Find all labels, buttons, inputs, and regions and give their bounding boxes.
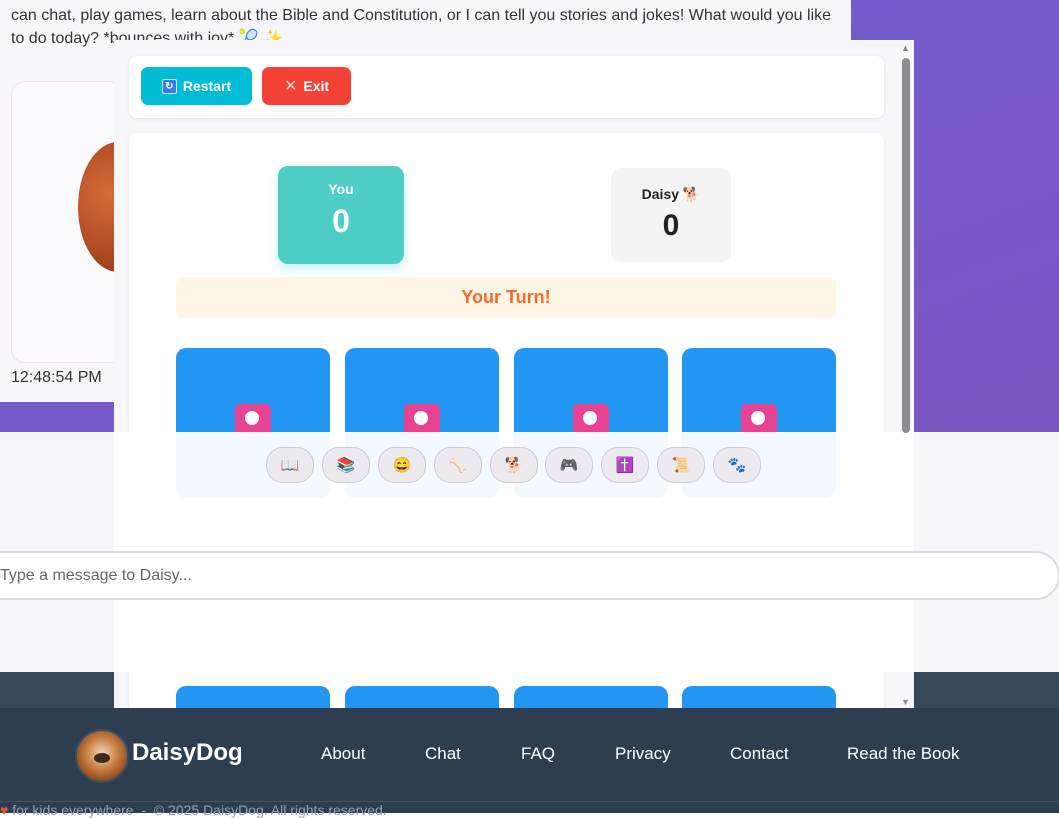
quick-action-game-icon[interactable]: 🎮 [545, 447, 593, 483]
quick-action-bible-icon[interactable]: ✝️ [601, 447, 649, 483]
daisy-label-row: Daisy 🐕 [611, 186, 731, 203]
footer-link-about[interactable]: About [321, 744, 365, 764]
memory-card[interactable] [514, 686, 668, 708]
game-toolbar: ↻ Restart ✕ Exit [129, 56, 884, 118]
chat-timestamp: 12:48:54 PM [11, 369, 102, 386]
quick-action-book-icon[interactable]: 📖 [266, 447, 314, 483]
daisy-score-card: Daisy 🐕 0 [611, 168, 731, 262]
quick-action-constitution-icon[interactable]: 📜 [657, 447, 705, 483]
quick-action-paw-icon[interactable]: 🐾 [713, 447, 761, 483]
restart-button[interactable]: ↻ Restart [141, 67, 252, 105]
scroll-thumb[interactable] [902, 58, 910, 433]
footer-link-chat[interactable]: Chat [425, 744, 461, 764]
footer-link-read-the-book[interactable]: Read the Book [847, 744, 959, 764]
footer-link-privacy[interactable]: Privacy [615, 744, 671, 764]
footer-copyright-lead: for kids everywhere [12, 802, 134, 818]
quick-action-dog-icon[interactable]: 🐕 [490, 447, 538, 483]
player-score-card: You 0 [278, 166, 404, 264]
footer-brand[interactable]: DaisyDog [132, 739, 243, 767]
quick-action-bone-icon[interactable]: 🦴 [434, 447, 482, 483]
restart-label: Restart [182, 78, 232, 94]
memory-card[interactable] [682, 686, 836, 708]
player-score: 0 [332, 203, 350, 239]
chat-message-line-1: can chat, play games, learn about the Bi… [11, 7, 832, 24]
quick-action-joke-icon[interactable]: 😄 [378, 447, 426, 483]
memory-card[interactable] [345, 686, 499, 708]
scroll-up-arrow-icon[interactable]: ▲ [901, 43, 910, 53]
daisy-avatar[interactable] [75, 729, 129, 783]
dog-icon: 🐕 [682, 186, 701, 202]
footer-copyright: ♥ for kids everywhere - © 2025 DaisyDog.… [0, 802, 387, 818]
daisy-label: Daisy [641, 186, 680, 202]
memory-card[interactable] [176, 686, 330, 708]
exit-button[interactable]: ✕ Exit [262, 67, 351, 105]
heart-icon: ♥ [0, 802, 9, 818]
close-icon: ✕ [283, 78, 298, 95]
footer-copyright-text: © 2025 DaisyDog. All rights reserved. [153, 802, 387, 818]
modal-scrollbar[interactable]: ▲ ▼ [898, 40, 914, 708]
daisy-score: 0 [662, 209, 680, 242]
footer-link-faq[interactable]: FAQ [521, 744, 555, 764]
daisy-image-card[interactable] [11, 81, 123, 363]
footer-link-contact[interactable]: Contact [730, 744, 789, 764]
turn-indicator: Your Turn! [176, 277, 836, 318]
player-label: You [328, 181, 354, 197]
scroll-down-arrow-icon[interactable]: ▼ [901, 697, 910, 707]
exit-label: Exit [303, 78, 330, 94]
quick-action-books-icon[interactable]: 📚 [322, 447, 370, 483]
restart-icon: ↻ [161, 78, 177, 94]
